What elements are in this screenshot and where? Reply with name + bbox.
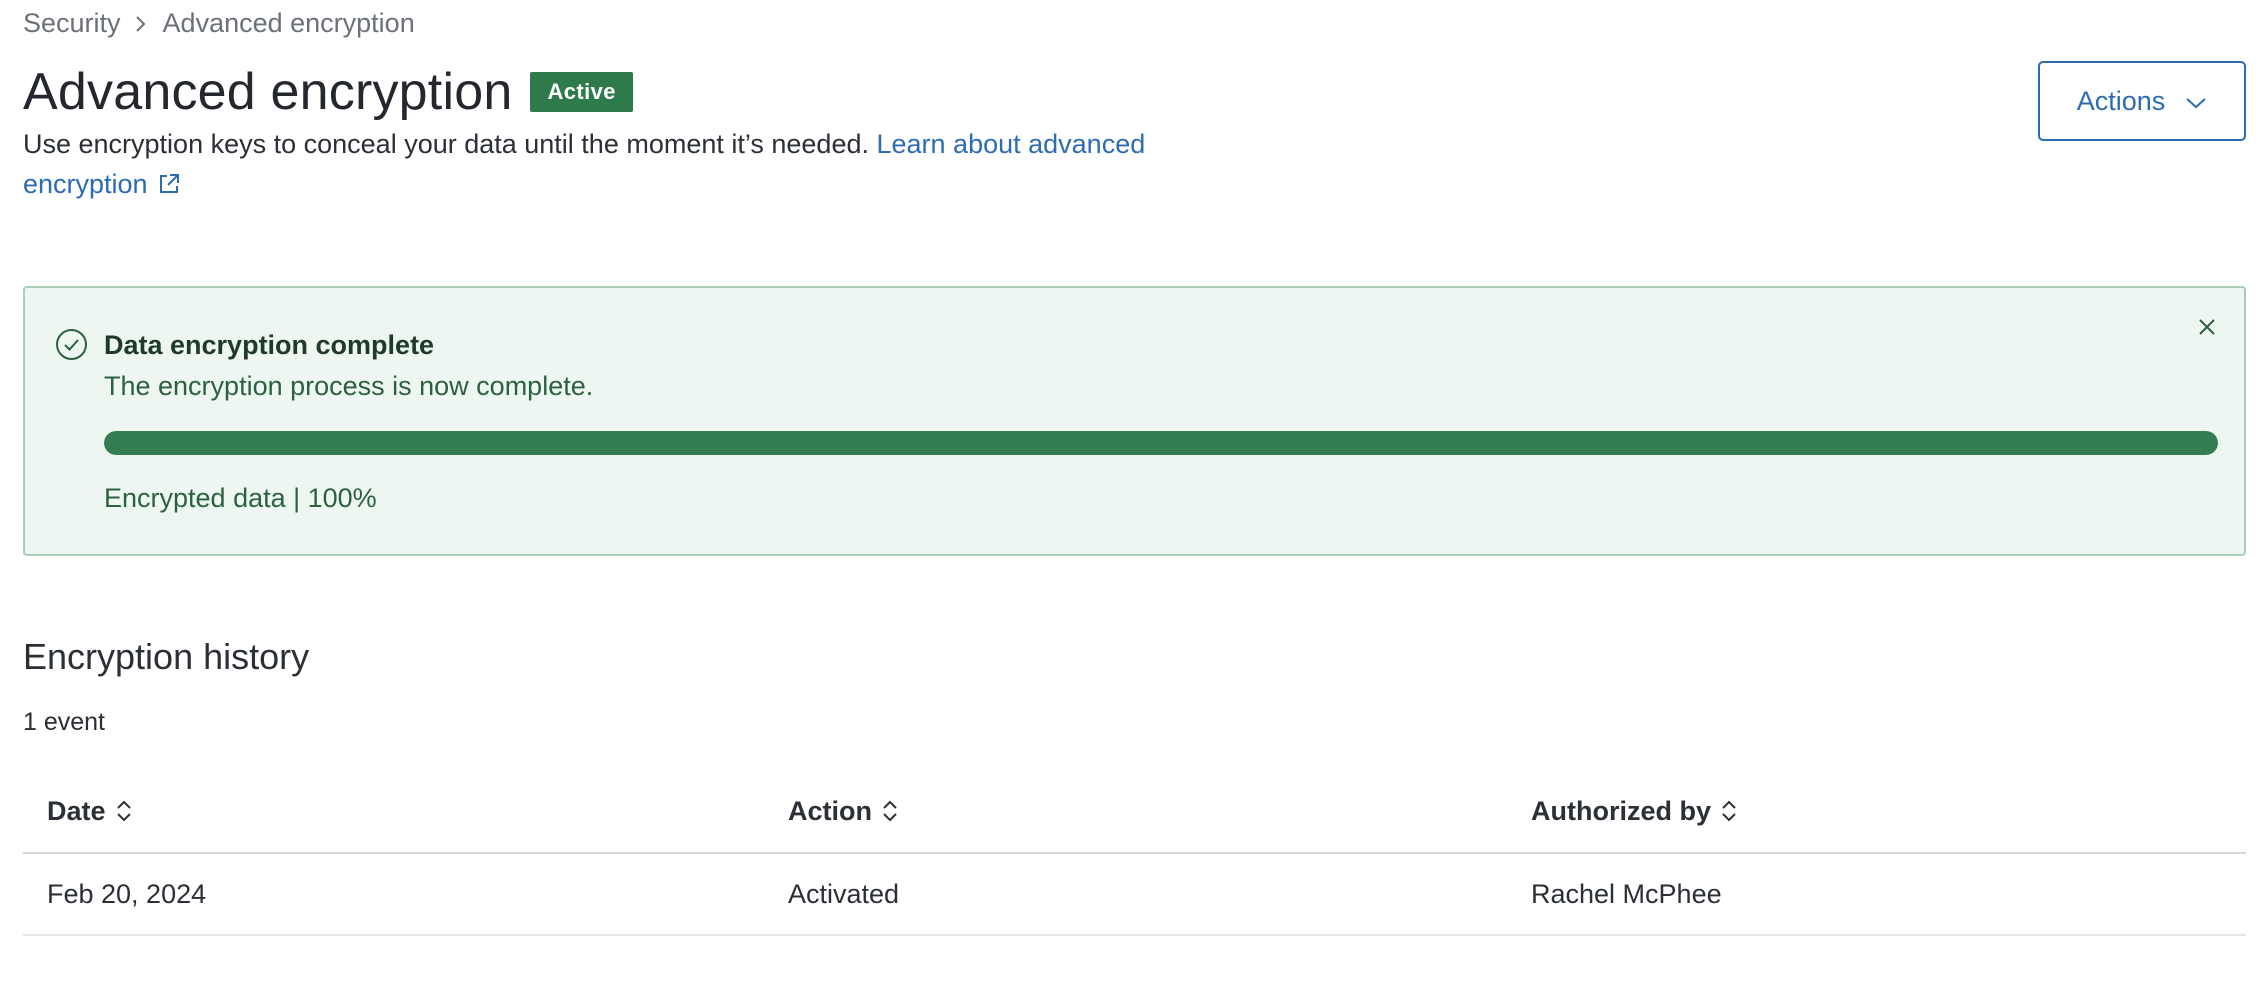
chevron-right-icon — [127, 10, 155, 38]
column-header-label: Authorized by — [1531, 795, 1711, 826]
progress-label: Encrypted data | 100% — [104, 483, 377, 513]
column-header-date[interactable]: Date — [23, 770, 764, 854]
breadcrumb-security-link[interactable]: Security — [23, 8, 121, 39]
status-badge: Active — [530, 72, 633, 112]
cell-authorized-by: Rachel McPhee — [1507, 853, 2246, 936]
alert-message: The encryption process is now complete. — [104, 371, 594, 401]
sort-icon — [1719, 797, 1739, 825]
cell-date: Feb 20, 2024 — [23, 853, 764, 936]
event-count: 1 event — [23, 708, 106, 736]
check-circle-icon — [55, 328, 88, 361]
encryption-history-table: Date Action Authorized by Feb 20, 2024 A… — [23, 770, 2246, 936]
encryption-complete-alert: Data encryption complete The encryption … — [23, 286, 2246, 556]
page-header: Advanced encryption Active — [23, 62, 633, 122]
actions-label: Actions — [2076, 85, 2166, 116]
page-description: Use encryption keys to conceal your data… — [23, 124, 1163, 204]
sort-icon — [114, 797, 134, 825]
sort-icon — [880, 797, 900, 825]
encryption-progress-bar — [104, 431, 2218, 455]
cell-action: Activated — [764, 853, 1507, 936]
table-row: Feb 20, 2024 Activated Rachel McPhee — [23, 853, 2246, 936]
table-header-row: Date Action Authorized by — [23, 770, 2246, 854]
column-header-authorized-by[interactable]: Authorized by — [1507, 770, 2246, 854]
column-header-label: Date — [47, 795, 106, 826]
breadcrumb: Security Advanced encryption — [23, 8, 415, 39]
external-link-icon — [158, 166, 180, 193]
page-title: Advanced encryption — [23, 63, 513, 121]
close-icon[interactable] — [2192, 312, 2222, 342]
column-header-action[interactable]: Action — [764, 770, 1507, 854]
actions-dropdown-button[interactable]: Actions — [2038, 61, 2246, 141]
progress-fill — [104, 431, 2218, 455]
chevron-down-icon — [2185, 86, 2207, 117]
alert-title: Data encryption complete — [104, 330, 435, 360]
column-header-label: Action — [788, 795, 872, 826]
history-title: Encryption history — [23, 636, 310, 677]
breadcrumb-current: Advanced encryption — [162, 8, 415, 38]
description-text: Use encryption keys to conceal your data… — [23, 129, 869, 159]
